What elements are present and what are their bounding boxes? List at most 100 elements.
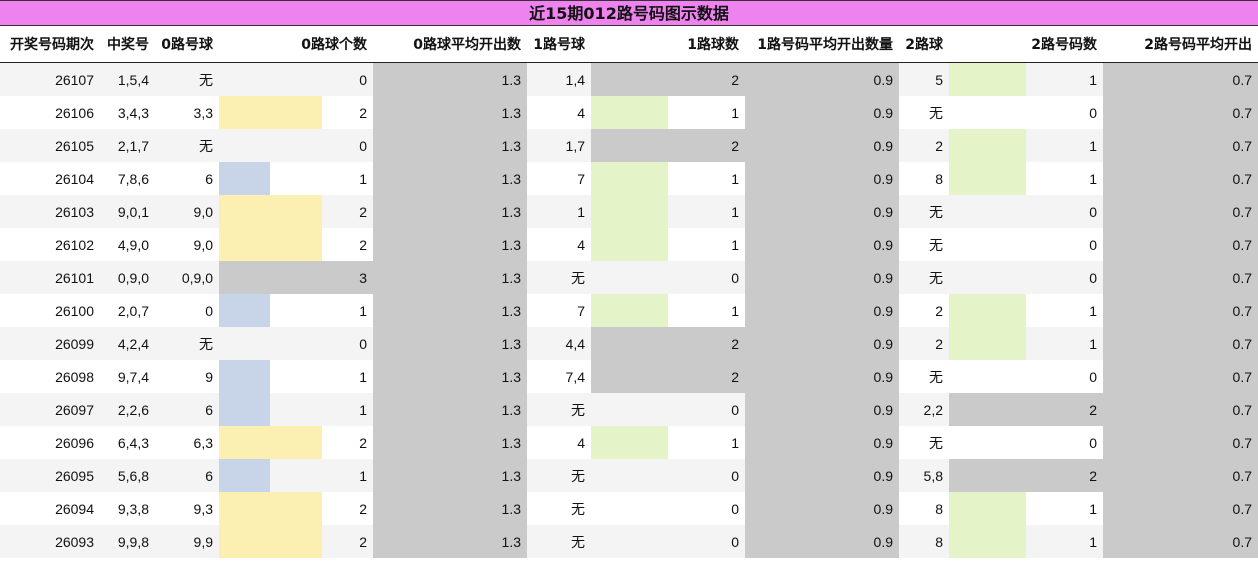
cell-zero-count[interactable]: 0 <box>219 327 373 360</box>
cell-one-count[interactable]: 1 <box>591 426 745 459</box>
cell-one-balls[interactable]: 7 <box>527 294 591 327</box>
cell-two-balls[interactable]: 无 <box>899 96 949 129</box>
cell-two-count[interactable]: 2 <box>949 459 1103 492</box>
cell-one-count[interactable]: 0 <box>591 261 745 294</box>
cell-zero-balls[interactable]: 6 <box>155 162 219 195</box>
cell-one-count[interactable]: 1 <box>591 228 745 261</box>
cell-numbers[interactable]: 9,9,8 <box>100 525 155 558</box>
cell-two-balls[interactable]: 2 <box>899 294 949 327</box>
cell-two-count[interactable]: 0 <box>949 261 1103 294</box>
cell-issue[interactable]: 26100 <box>0 294 100 327</box>
cell-one-balls[interactable]: 4 <box>527 228 591 261</box>
cell-one-count[interactable]: 1 <box>591 294 745 327</box>
cell-two-avg[interactable]: 0.7 <box>1103 261 1258 294</box>
cell-two-balls[interactable]: 无 <box>899 228 949 261</box>
cell-two-avg[interactable]: 0.7 <box>1103 195 1258 228</box>
header-two-avg[interactable]: 2路号码平均开出 <box>1103 26 1258 63</box>
cell-numbers[interactable]: 9,7,4 <box>100 360 155 393</box>
cell-one-balls[interactable]: 1,7 <box>527 129 591 162</box>
cell-issue[interactable]: 26093 <box>0 525 100 558</box>
cell-two-avg[interactable]: 0.7 <box>1103 62 1258 96</box>
cell-zero-avg[interactable]: 1.3 <box>373 294 527 327</box>
cell-two-count[interactable]: 1 <box>949 525 1103 558</box>
cell-two-avg[interactable]: 0.7 <box>1103 426 1258 459</box>
cell-one-balls[interactable]: 7,4 <box>527 360 591 393</box>
cell-zero-count[interactable]: 2 <box>219 492 373 525</box>
cell-issue[interactable]: 26106 <box>0 96 100 129</box>
cell-zero-balls[interactable]: 9 <box>155 360 219 393</box>
cell-zero-count[interactable]: 1 <box>219 459 373 492</box>
cell-two-count[interactable]: 0 <box>949 360 1103 393</box>
cell-numbers[interactable]: 9,0,1 <box>100 195 155 228</box>
cell-issue[interactable]: 26104 <box>0 162 100 195</box>
cell-one-balls[interactable]: 无 <box>527 459 591 492</box>
cell-one-avg[interactable]: 0.9 <box>745 195 899 228</box>
cell-zero-balls[interactable]: 6,3 <box>155 426 219 459</box>
cell-one-count[interactable]: 0 <box>591 393 745 426</box>
cell-one-avg[interactable]: 0.9 <box>745 525 899 558</box>
cell-one-avg[interactable]: 0.9 <box>745 162 899 195</box>
cell-zero-count[interactable]: 2 <box>219 195 373 228</box>
cell-two-avg[interactable]: 0.7 <box>1103 228 1258 261</box>
cell-two-balls[interactable]: 8 <box>899 492 949 525</box>
cell-issue[interactable]: 26102 <box>0 228 100 261</box>
cell-issue[interactable]: 26105 <box>0 129 100 162</box>
cell-zero-avg[interactable]: 1.3 <box>373 393 527 426</box>
cell-zero-balls[interactable]: 无 <box>155 327 219 360</box>
cell-zero-balls[interactable]: 9,3 <box>155 492 219 525</box>
cell-one-count[interactable]: 2 <box>591 327 745 360</box>
header-one-avg[interactable]: 1路号码平均开出数量 <box>745 26 899 63</box>
cell-zero-count[interactable]: 0 <box>219 129 373 162</box>
cell-issue[interactable]: 26103 <box>0 195 100 228</box>
header-zero-count[interactable]: 0路球个数 <box>219 26 373 63</box>
cell-zero-balls[interactable]: 6 <box>155 393 219 426</box>
cell-zero-avg[interactable]: 1.3 <box>373 459 527 492</box>
cell-one-avg[interactable]: 0.9 <box>745 294 899 327</box>
cell-one-balls[interactable]: 无 <box>527 261 591 294</box>
cell-one-avg[interactable]: 0.9 <box>745 129 899 162</box>
cell-zero-count[interactable]: 2 <box>219 96 373 129</box>
cell-one-balls[interactable]: 无 <box>527 525 591 558</box>
cell-one-avg[interactable]: 0.9 <box>745 62 899 96</box>
cell-issue[interactable]: 26107 <box>0 62 100 96</box>
cell-numbers[interactable]: 4,2,4 <box>100 327 155 360</box>
cell-zero-count[interactable]: 0 <box>219 62 373 96</box>
cell-zero-avg[interactable]: 1.3 <box>373 360 527 393</box>
cell-issue[interactable]: 26098 <box>0 360 100 393</box>
cell-two-avg[interactable]: 0.7 <box>1103 459 1258 492</box>
cell-one-avg[interactable]: 0.9 <box>745 96 899 129</box>
cell-issue[interactable]: 26096 <box>0 426 100 459</box>
cell-two-avg[interactable]: 0.7 <box>1103 162 1258 195</box>
cell-one-count[interactable]: 0 <box>591 492 745 525</box>
cell-zero-count[interactable]: 2 <box>219 228 373 261</box>
cell-zero-balls[interactable]: 9,9 <box>155 525 219 558</box>
header-issue[interactable]: 开奖号码期次 <box>0 26 100 63</box>
cell-two-balls[interactable]: 无 <box>899 426 949 459</box>
cell-one-balls[interactable]: 7 <box>527 162 591 195</box>
cell-two-balls[interactable]: 8 <box>899 525 949 558</box>
cell-zero-balls[interactable]: 无 <box>155 129 219 162</box>
cell-two-count[interactable]: 1 <box>949 327 1103 360</box>
cell-numbers[interactable]: 2,2,6 <box>100 393 155 426</box>
cell-numbers[interactable]: 0,9,0 <box>100 261 155 294</box>
cell-one-count[interactable]: 0 <box>591 459 745 492</box>
cell-zero-count[interactable]: 1 <box>219 294 373 327</box>
cell-numbers[interactable]: 5,6,8 <box>100 459 155 492</box>
cell-zero-count[interactable]: 1 <box>219 162 373 195</box>
cell-zero-count[interactable]: 2 <box>219 525 373 558</box>
cell-numbers[interactable]: 7,8,6 <box>100 162 155 195</box>
cell-two-balls[interactable]: 无 <box>899 261 949 294</box>
header-numbers[interactable]: 中奖号 <box>100 26 155 63</box>
cell-two-count[interactable]: 0 <box>949 96 1103 129</box>
cell-numbers[interactable]: 1,5,4 <box>100 62 155 96</box>
cell-zero-count[interactable]: 3 <box>219 261 373 294</box>
cell-zero-avg[interactable]: 1.3 <box>373 62 527 96</box>
cell-one-avg[interactable]: 0.9 <box>745 261 899 294</box>
cell-zero-avg[interactable]: 1.3 <box>373 129 527 162</box>
cell-zero-avg[interactable]: 1.3 <box>373 426 527 459</box>
cell-zero-avg[interactable]: 1.3 <box>373 162 527 195</box>
cell-zero-avg[interactable]: 1.3 <box>373 228 527 261</box>
cell-one-avg[interactable]: 0.9 <box>745 426 899 459</box>
cell-two-avg[interactable]: 0.7 <box>1103 327 1258 360</box>
header-zero-avg[interactable]: 0路球平均开出数 <box>373 26 527 63</box>
